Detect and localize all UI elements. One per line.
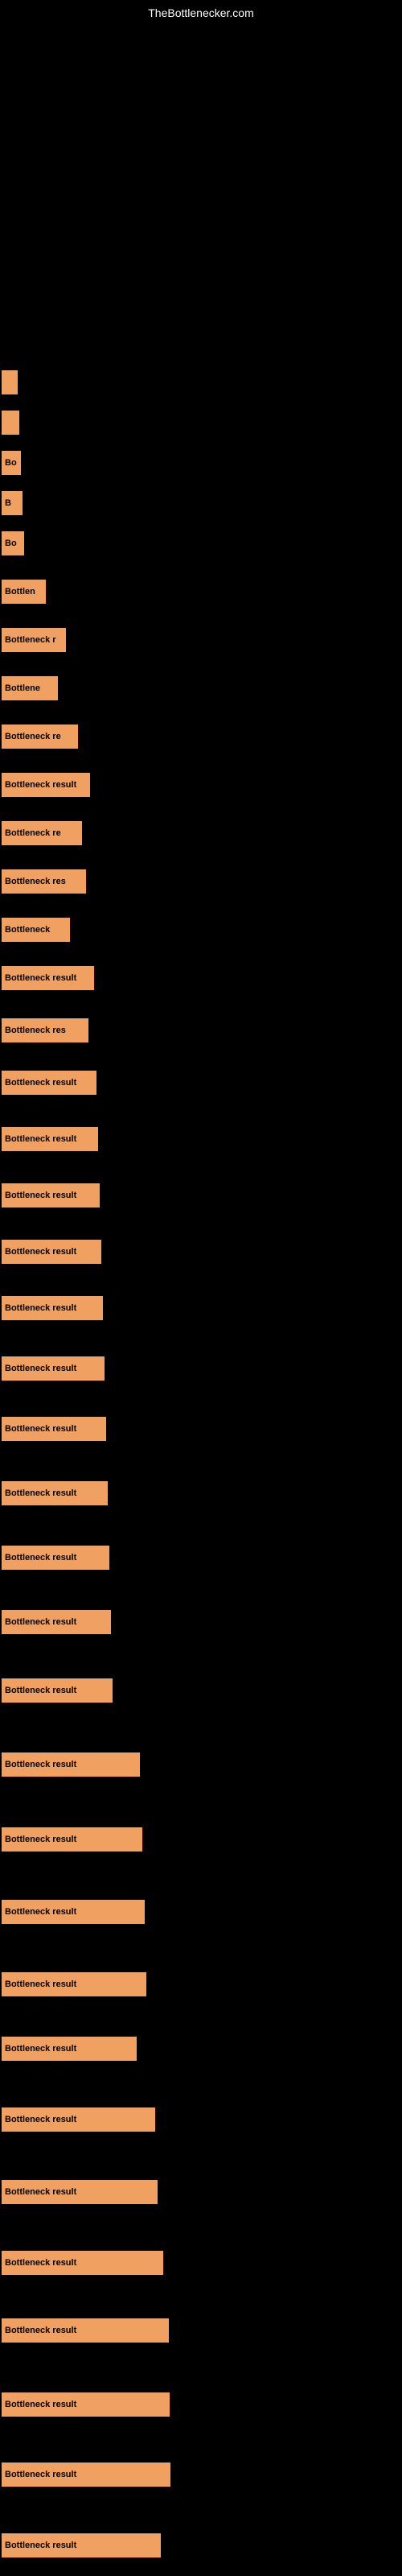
bottleneck-bar-36: Bottleneck result <box>2 2392 170 2417</box>
bottleneck-bar-26: Bottleneck result <box>2 1678 113 1703</box>
bottleneck-bar-29: Bottleneck result <box>2 1900 145 1924</box>
bottleneck-bar-19: Bottleneck result <box>2 1240 101 1264</box>
bottleneck-bar-34: Bottleneck result <box>2 2251 163 2275</box>
bottleneck-bar-30: Bottleneck result <box>2 1972 146 1996</box>
bottleneck-bar-4: B <box>2 491 23 515</box>
bottleneck-bar-24: Bottleneck result <box>2 1546 109 1570</box>
bottleneck-bar-15: Bottleneck res <box>2 1018 88 1042</box>
bottleneck-bar-6: Bottlen <box>2 580 46 604</box>
bottleneck-bar-25: Bottleneck result <box>2 1610 111 1634</box>
bottleneck-bar-35: Bottleneck result <box>2 2318 169 2343</box>
bottleneck-bar-38: Bottleneck result <box>2 2533 161 2557</box>
bottleneck-bar-14: Bottleneck result <box>2 966 94 990</box>
bottleneck-bar-21: Bottleneck result <box>2 1356 105 1381</box>
bottleneck-bar-8: Bottlene <box>2 676 58 700</box>
bottleneck-bar-23: Bottleneck result <box>2 1481 108 1505</box>
bottleneck-bar-2 <box>2 411 19 435</box>
bottleneck-bar-22: Bottleneck result <box>2 1417 106 1441</box>
bottleneck-bar-27: Bottleneck result <box>2 1752 140 1777</box>
bottleneck-bar-13: Bottleneck <box>2 918 70 942</box>
bottleneck-bar-28: Bottleneck result <box>2 1827 142 1852</box>
bottleneck-bar-18: Bottleneck result <box>2 1183 100 1208</box>
bottleneck-bar-9: Bottleneck re <box>2 724 78 749</box>
bottleneck-bar-33: Bottleneck result <box>2 2180 158 2204</box>
site-title: TheBottlenecker.com <box>148 6 254 19</box>
bottleneck-bar-17: Bottleneck result <box>2 1127 98 1151</box>
bottleneck-bar-31: Bottleneck result <box>2 2037 137 2061</box>
bottleneck-bar-16: Bottleneck result <box>2 1071 96 1095</box>
bottleneck-bar-10: Bottleneck result <box>2 773 90 797</box>
bottleneck-bar-12: Bottleneck res <box>2 869 86 894</box>
bottleneck-bar-7: Bottleneck r <box>2 628 66 652</box>
bottleneck-bar-5: Bo <box>2 531 24 555</box>
bottleneck-bar-32: Bottleneck result <box>2 2107 155 2132</box>
bottleneck-bar-11: Bottleneck re <box>2 821 82 845</box>
bottleneck-bar-37: Bottleneck result <box>2 2462 170 2487</box>
bottleneck-bar-20: Bottleneck result <box>2 1296 103 1320</box>
bottleneck-bar-3: Bo <box>2 451 21 475</box>
bottleneck-bar-1 <box>2 370 18 394</box>
